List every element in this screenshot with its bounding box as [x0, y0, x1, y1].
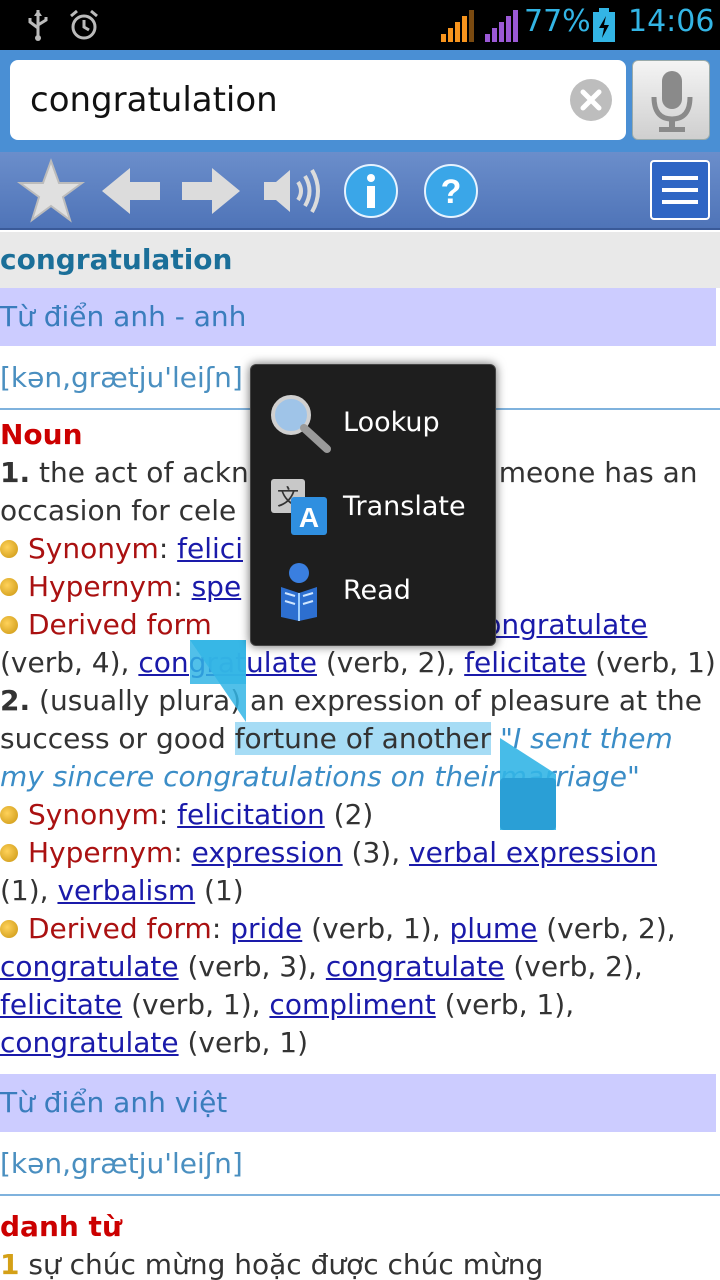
selection-handle-end[interactable]: [500, 738, 558, 830]
star-icon[interactable]: [16, 156, 86, 226]
search-input[interactable]: [30, 60, 560, 140]
derived-link[interactable]: congratulate: [326, 950, 505, 983]
bullet-icon: [0, 806, 18, 824]
derived-link[interactable]: plume: [450, 912, 538, 945]
info-icon[interactable]: [336, 156, 406, 226]
clear-icon[interactable]: [570, 79, 612, 121]
derived-link[interactable]: congratulate: [0, 950, 179, 983]
dictionary-header: Từ điển anh - anh: [0, 288, 716, 346]
text-selection[interactable]: fortune of another: [234, 722, 492, 755]
alarm-icon: [70, 9, 98, 40]
hypernym-row: (1), verbalism (1): [0, 874, 244, 907]
context-popup-menu: Lookup 文 A Translate Read: [250, 364, 496, 646]
part-of-speech: danh từ: [0, 1210, 122, 1243]
entry-word: congratulation: [0, 232, 720, 288]
hypernym-row: Hypernym: expression (3), verbal express…: [0, 834, 720, 872]
back-arrow-icon[interactable]: [96, 156, 166, 226]
hypernym-link[interactable]: spe: [192, 570, 242, 603]
dictionary-header: Từ điển anh việt: [0, 1074, 716, 1132]
battery-charging-icon: [593, 8, 615, 42]
bullet-icon: [0, 920, 18, 938]
derived-form-row: Derived form: pride (verb, 1), plume (ve…: [0, 910, 720, 948]
bullet-icon: [0, 616, 18, 634]
synonym-row: Synonym: felicitation (2): [0, 796, 720, 834]
status-bar: 77% 14:06: [0, 0, 720, 50]
derived-form-row: (verb, 4), congratulate (verb, 2), felic…: [0, 646, 716, 679]
menu-icon: [662, 176, 698, 180]
hypernym-link[interactable]: expression: [192, 836, 343, 869]
search-bar: [0, 50, 720, 152]
help-icon[interactable]: ?: [416, 156, 486, 226]
speaker-icon[interactable]: [256, 156, 326, 226]
derived-link[interactable]: compliment: [269, 988, 435, 1021]
derived-link[interactable]: felicitate: [464, 646, 586, 679]
derived-form-row: congratulate (verb, 1): [0, 1026, 309, 1059]
usb-icon: [28, 10, 48, 41]
hypernym-link[interactable]: verbal expression: [409, 836, 657, 869]
derived-link[interactable]: pride: [230, 912, 302, 945]
derived-form-row: congratulate (verb, 3), congratulate (ve…: [0, 950, 643, 983]
forward-arrow-icon[interactable]: [176, 156, 246, 226]
battery-percent: 77%: [524, 4, 591, 39]
bullet-icon: [0, 540, 18, 558]
menu-item-translate[interactable]: 文 A Translate: [251, 465, 497, 549]
magnifier-icon: [271, 395, 331, 453]
derived-link[interactable]: felicitate: [0, 988, 122, 1021]
reader-icon: [281, 563, 317, 621]
clock: 14:06: [628, 4, 715, 39]
menu-item-read[interactable]: Read: [251, 549, 497, 633]
selection-handle-start[interactable]: [188, 640, 246, 722]
hypernym-link[interactable]: verbalism: [57, 874, 195, 907]
bullet-icon: [0, 844, 18, 862]
example-line: my sincere congratulations on theirmarri…: [0, 760, 640, 793]
synonym-link[interactable]: felici: [177, 532, 243, 565]
microphone-icon: [651, 71, 693, 132]
bullet-icon: [0, 578, 18, 596]
signal-icon: [441, 10, 474, 42]
toolbar: ?: [0, 152, 720, 230]
menu-item-lookup[interactable]: Lookup: [251, 381, 497, 465]
translate-icon: 文 A: [271, 479, 327, 535]
menu-button[interactable]: [650, 160, 710, 220]
search-box: [10, 60, 626, 140]
signal-icon: [485, 10, 518, 42]
phonetic: [kən,grætju'leiʃn]: [0, 1132, 720, 1196]
voice-search-button[interactable]: [632, 60, 710, 140]
definition-line: 1 sự chúc mừng hoặc được chúc mừng: [0, 1248, 544, 1280]
definition-line: success or good fortune of another "I se…: [0, 722, 673, 755]
svg-text:?: ?: [441, 173, 462, 211]
definition-line: 2. (usually plura) an expression of plea…: [0, 684, 702, 717]
svg-text:A: A: [299, 502, 319, 533]
synonym-link[interactable]: felicitation: [177, 798, 325, 831]
derived-link[interactable]: congratulate: [0, 1026, 179, 1059]
derived-form-row: felicitate (verb, 1), compliment (verb, …: [0, 988, 575, 1021]
